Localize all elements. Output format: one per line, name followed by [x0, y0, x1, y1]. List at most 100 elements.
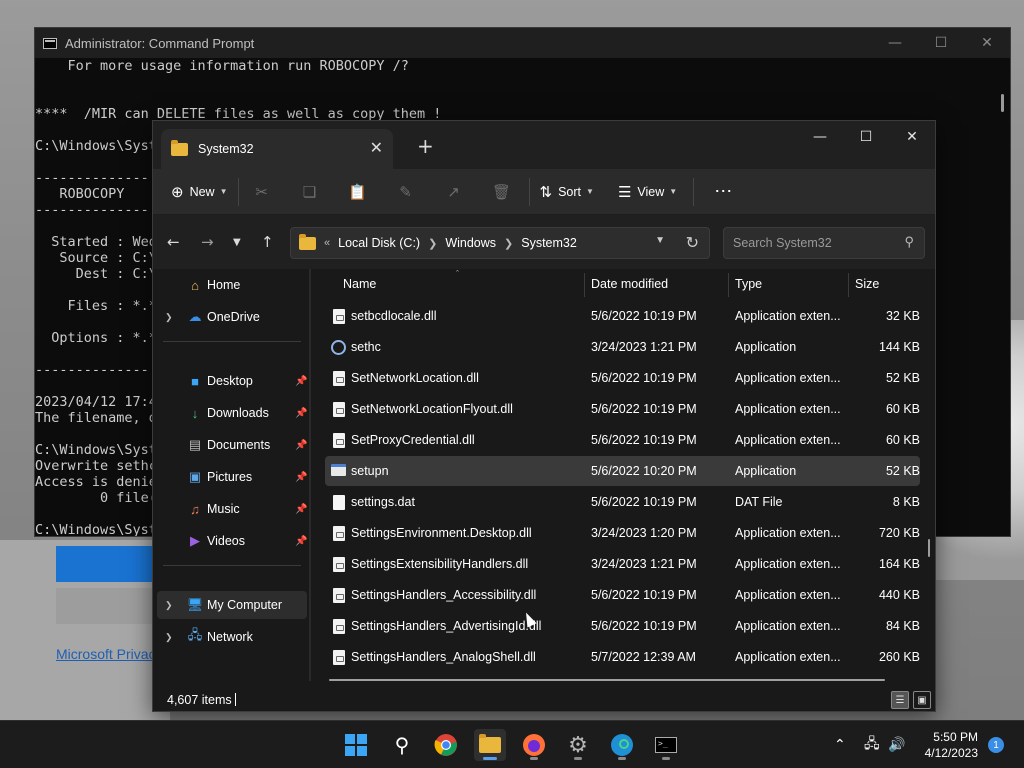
edge-icon[interactable]: [606, 729, 638, 761]
cut-icon[interactable]: ✂: [249, 179, 275, 205]
file-row[interactable]: SetNetworkLocationFlyout.dll 5/6/2022 10:…: [325, 394, 920, 424]
file-row[interactable]: SettingsExtensibilityHandlers.dll 3/24/20…: [325, 549, 920, 579]
nav-item-videos[interactable]: ▶ Videos 📌: [157, 527, 307, 555]
pin-icon[interactable]: 📌: [295, 536, 307, 547]
privacy-link[interactable]: Microsoft Privacy: [56, 646, 152, 662]
firefox-icon[interactable]: [518, 729, 550, 761]
expand-chevron-icon[interactable]: ❯: [165, 312, 173, 323]
file-size: 32 KB: [885, 309, 920, 323]
nav-item-onedrive[interactable]: ❯ ☁ OneDrive: [157, 303, 307, 331]
settings-icon[interactable]: ⚙: [562, 729, 594, 761]
folder-icon: [299, 233, 316, 250]
tab-label: System32: [198, 142, 254, 156]
tiles-view-icon[interactable]: ▣: [913, 691, 931, 709]
pin-icon[interactable]: 📌: [295, 504, 307, 515]
nav-item-home[interactable]: ⌂ Home: [157, 271, 307, 299]
share-icon[interactable]: ↗: [441, 179, 467, 205]
breadcrumb-local-disk[interactable]: Local Disk (C:): [338, 236, 420, 250]
notification-badge[interactable]: 1: [988, 737, 1004, 753]
nav-item-pictures[interactable]: ▣ Pictures 📌: [157, 463, 308, 491]
tab-system32[interactable]: System32 ✕: [161, 129, 393, 169]
file-row[interactable]: setupn 5/6/2022 10:20 PM Application 52 KB: [325, 456, 920, 486]
expand-chevron-icon[interactable]: ❯: [165, 632, 173, 643]
file-row[interactable]: SettingsHandlers_AdvertisingId.dll 5/6/20…: [325, 611, 920, 641]
background-blue-button[interactable]: [56, 546, 156, 582]
column-header-date[interactable]: Date modified: [591, 277, 668, 291]
nav-item-my-computer[interactable]: ❯ 🖥 My Computer: [157, 591, 307, 619]
address-bar[interactable]: « Local Disk (C:) ❯ Windows ❯ System32 ▼…: [290, 227, 710, 259]
more-options-icon[interactable]: ⋯: [714, 177, 732, 207]
file-row[interactable]: setbcdlocale.dll 5/6/2022 10:19 PM Applica…: [325, 301, 920, 331]
volume-icon[interactable]: 🔊: [888, 721, 905, 768]
delete-icon[interactable]: 🗑: [489, 179, 515, 205]
explorer-close-button[interactable]: ✕: [889, 121, 935, 153]
file-row[interactable]: SettingsHandlers_Accessibility.dll 5/6/20…: [325, 580, 920, 610]
new-button[interactable]: ⊕ New ▼: [171, 177, 228, 207]
rename-icon[interactable]: ✎: [393, 179, 419, 205]
forward-arrow-icon[interactable]: →: [201, 233, 214, 251]
cmd-titlebar[interactable]: Administrator: Command Prompt: [35, 28, 1010, 58]
cmd-minimize-button[interactable]: —: [872, 28, 918, 58]
file-list-horizontal-scrollbar[interactable]: [329, 679, 885, 681]
column-header-name[interactable]: Name: [343, 277, 376, 291]
refresh-icon[interactable]: ↻: [686, 233, 699, 253]
nav-item-network[interactable]: ❯ 🖧 Network: [157, 623, 307, 651]
pin-icon[interactable]: 📌: [295, 376, 307, 387]
tab-close-icon[interactable]: ✕: [370, 138, 383, 157]
breadcrumb-system32[interactable]: System32: [521, 236, 577, 250]
column-divider[interactable]: [584, 273, 585, 297]
column-header-size[interactable]: Size: [855, 277, 879, 291]
nav-item-documents[interactable]: ▤ Documents 📌: [157, 431, 308, 459]
explorer-maximize-button[interactable]: ☐: [843, 121, 889, 153]
cmd-scrollbar-thumb[interactable]: [1001, 94, 1004, 112]
running-indicator: [662, 757, 670, 760]
file-row[interactable]: settings.dat 5/6/2022 10:19 PM DAT File 8 K…: [325, 487, 920, 517]
network-status-icon[interactable]: 🖧: [864, 721, 880, 768]
breadcrumb-overflow[interactable]: «: [324, 237, 330, 249]
nav-item-downloads[interactable]: ↓ Downloads 📌: [157, 399, 308, 427]
pin-icon[interactable]: 📌: [295, 472, 307, 483]
search-icon[interactable]: ⚲: [386, 729, 418, 761]
start-icon[interactable]: [340, 729, 372, 761]
paste-icon[interactable]: 📋: [345, 179, 371, 205]
file-row[interactable]: SetProxyCredential.dll 5/6/2022 10:19 PM A…: [325, 425, 920, 455]
details-view-icon[interactable]: ☰: [891, 691, 909, 709]
explorer-minimize-button[interactable]: —: [797, 121, 843, 153]
pin-icon[interactable]: 📌: [295, 440, 307, 451]
pin-icon[interactable]: 📌: [295, 408, 307, 419]
nav-item-music[interactable]: ♫ Music 📌: [157, 495, 307, 523]
copy-icon[interactable]: ❏: [297, 179, 323, 205]
new-tab-icon[interactable]: +: [417, 134, 434, 158]
search-input[interactable]: Search System32 ⚲: [723, 227, 925, 259]
nav-item-desktop[interactable]: ■ Desktop 📌: [157, 367, 307, 395]
expand-chevron-icon[interactable]: ❯: [165, 600, 173, 611]
column-divider[interactable]: [728, 273, 729, 297]
music-icon: ♫: [190, 501, 200, 517]
sort-button[interactable]: ⇅ Sort ▼: [540, 177, 594, 207]
file-row[interactable]: SettingsEnvironment.Desktop.dll 3/24/2023…: [325, 518, 920, 548]
system-clock[interactable]: 5:50 PM 4/12/2023: [920, 729, 978, 761]
sort-button-label: Sort: [558, 184, 582, 199]
nav-pane-splitter[interactable]: [309, 269, 311, 681]
recent-locations-chevron-icon[interactable]: ▼: [233, 237, 241, 248]
terminal-icon[interactable]: >_: [650, 729, 682, 761]
column-header-type[interactable]: Type: [735, 277, 762, 291]
address-dropdown-icon[interactable]: ▼: [655, 235, 665, 246]
cmd-close-button[interactable]: ✕: [964, 28, 1010, 58]
column-divider[interactable]: [848, 273, 849, 297]
file-explorer-window[interactable]: System32 ✕ + — ☐ ✕ ⊕ New ▼ ✂ ❏ 📋 ✎ ↗ 🗑 ⇅…: [152, 120, 936, 712]
up-arrow-icon[interactable]: ↑: [261, 233, 274, 251]
show-hidden-icons-chevron-icon[interactable]: ⌃: [834, 721, 846, 768]
file-explorer-icon[interactable]: [474, 729, 506, 761]
file-row[interactable]: SetNetworkLocation.dll 5/6/2022 10:19 PM A…: [325, 363, 920, 393]
cmd-line: [35, 90, 995, 106]
breadcrumb-windows[interactable]: Windows: [445, 236, 496, 250]
file-list-vertical-scrollbar[interactable]: [928, 539, 930, 557]
view-button[interactable]: ☰ View ▼: [618, 177, 677, 207]
file-row[interactable]: SettingsHandlers_AnalogShell.dll 5/7/2022…: [325, 642, 920, 672]
cmd-maximize-button[interactable]: ☐: [918, 28, 964, 58]
chrome-icon[interactable]: [430, 729, 462, 761]
file-size: 52 KB: [885, 371, 920, 385]
file-row[interactable]: sethc 3/24/2023 1:21 PM Application 144 KB: [325, 332, 920, 362]
back-arrow-icon[interactable]: ←: [167, 233, 180, 251]
